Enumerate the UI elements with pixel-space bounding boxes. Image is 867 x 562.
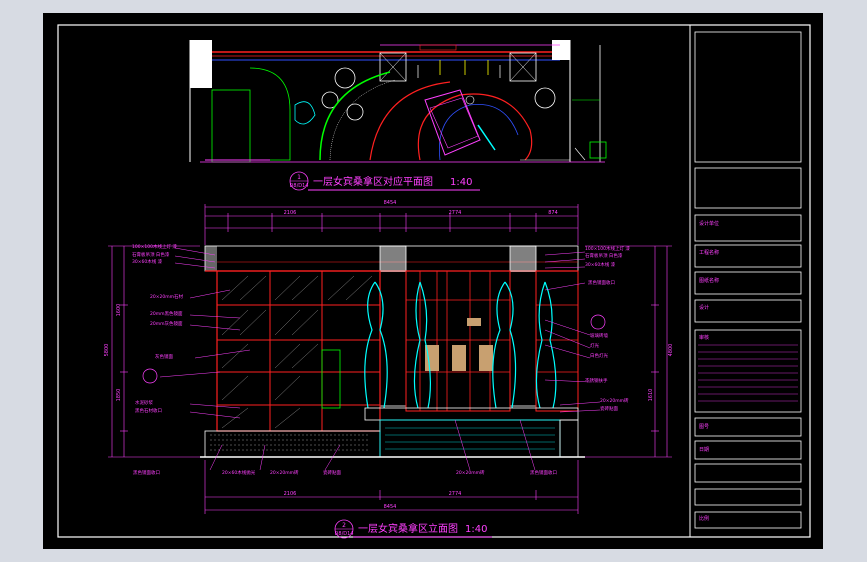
plan-scale: 1:40 — [450, 177, 472, 188]
art-panel — [452, 345, 466, 371]
callout-text: 100×100木线上灯 漆 — [585, 245, 630, 252]
callout-text: 20mm灰色镜面 — [150, 320, 183, 327]
dim-left-total: 5800 — [104, 344, 110, 357]
plan-tag-number: 1 — [297, 174, 301, 181]
dim-left-lower: 1850 — [116, 389, 122, 402]
callout-text: 30×60木线 漆 — [132, 258, 163, 265]
elevation-title: 一层女宾桑拿区立面图 — [358, 522, 458, 535]
title-label: 图号 — [699, 424, 709, 430]
elevation-scale: 1:40 — [465, 524, 487, 535]
dim-seg: 2774 — [449, 491, 462, 497]
elevation-tag-number: 2 — [342, 522, 346, 529]
callout-text: 不锈钢扶手 — [585, 377, 608, 384]
callout-text: 20×20mm砖 — [600, 397, 629, 404]
callout-text: 20mm黑色镜面 — [150, 310, 183, 317]
title-label: 日期 — [699, 447, 709, 453]
plan-column-left — [190, 40, 212, 88]
callout-text: 20×20mm石材 — [150, 293, 183, 300]
callout-text: 灰色镜面 — [155, 353, 173, 360]
dim-bottom-total: 8454 — [384, 504, 397, 510]
callout-text: 30×60木线 漆 — [585, 261, 616, 268]
elevation-tag-sheet: D8/D14 — [335, 531, 354, 537]
callout-text: 水泥砂浆 — [135, 399, 153, 406]
callout-text: 玻璃砖墙 — [590, 332, 608, 339]
title-label: 审核 — [699, 334, 709, 341]
callout-text: 瓷砖贴面 — [600, 405, 618, 412]
callout-text: 黑色镜面收口 — [530, 469, 557, 476]
plan-title: 一层女宾桑拿区对应平面图 — [313, 175, 433, 188]
cad-drawing-viewport[interactable]: { "drawing": { "plan_caption": "一层女宾桑拿区对… — [0, 0, 867, 562]
dim-top-total: 8454 — [384, 200, 397, 206]
title-label: 比例 — [699, 515, 709, 522]
callout-text: 瓷砖贴面 — [323, 469, 341, 476]
dim-seg: 874 — [548, 210, 558, 216]
dim-seg: 2774 — [449, 210, 462, 216]
dim-right-total: 4800 — [668, 344, 674, 357]
plan-tag-sheet: D8/D14 — [290, 183, 309, 189]
callout-text: 石膏板吊顶 白色漆 — [585, 252, 623, 259]
callout-text: 黑色镜面收口 — [133, 469, 160, 476]
dim-left-upper: 1600 — [116, 304, 122, 317]
callout-text: 20×20mm砖 — [456, 469, 485, 476]
dim-right-seg: 1610 — [648, 389, 654, 402]
callout-text: 石膏板吊顶 白色漆 — [132, 251, 170, 258]
callout-text: 黑色石材收口 — [135, 407, 162, 414]
dim-seg: 2106 — [284, 491, 297, 497]
callout-text: 黑色镜面收口 — [588, 279, 615, 286]
callout-text: 100×100木线上灯 漆 — [132, 243, 177, 250]
art-panel — [479, 345, 493, 371]
title-label: 工程名称 — [699, 249, 719, 256]
title-label: 图纸名称 — [699, 277, 719, 284]
title-label: 设计单位 — [699, 220, 719, 227]
callout-text: 20×60木线抛光 — [222, 469, 256, 476]
callout-text: 20×20mm砖 — [270, 469, 299, 476]
title-label: 设计 — [699, 304, 709, 311]
callout-text: 灯光 — [590, 342, 599, 349]
dim-seg: 2106 — [284, 210, 297, 216]
callout-text: 白色灯光 — [590, 352, 608, 359]
